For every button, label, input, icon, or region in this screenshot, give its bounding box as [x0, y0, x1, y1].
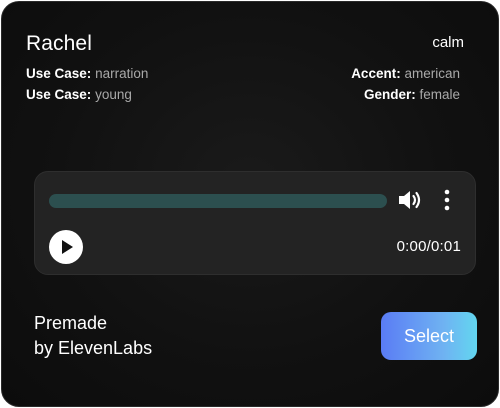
use-case-label: Use Case:	[26, 87, 92, 102]
voice-tone: calm	[432, 34, 464, 51]
volume-icon	[399, 191, 421, 209]
use-case-value: young	[95, 87, 132, 102]
voice-card: Rachel calm Use Case: narration Use Case…	[1, 1, 499, 407]
more-vertical-icon	[444, 189, 450, 211]
voice-name: Rachel	[26, 32, 92, 55]
use-case-value: narration	[95, 66, 149, 81]
owner-category: Premade	[34, 313, 108, 333]
voice-owner: Premade by ElevenLabs	[34, 311, 152, 361]
use-case-label: Use Case:	[26, 66, 92, 81]
accent-label: Accent:	[351, 66, 401, 81]
accent-value: american	[404, 66, 460, 81]
gender-value: female	[419, 87, 460, 102]
volume-button[interactable]	[397, 187, 423, 213]
audio-progress-bar[interactable]	[49, 194, 387, 208]
play-icon	[62, 240, 73, 254]
select-button[interactable]: Select	[381, 312, 477, 360]
audio-player: 0:00/0:01	[34, 171, 476, 275]
use-case-young: Use Case: young	[26, 87, 132, 102]
accent-info: Accent: american	[351, 66, 460, 81]
use-case-narration: Use Case: narration	[26, 66, 148, 81]
play-button[interactable]	[49, 230, 83, 264]
owner-provider: by ElevenLabs	[34, 338, 153, 358]
more-options-button[interactable]	[439, 187, 455, 213]
gender-label: Gender:	[363, 87, 416, 102]
gender-info: Gender: female	[364, 87, 460, 102]
audio-time: 0:00/0:01	[396, 238, 461, 255]
